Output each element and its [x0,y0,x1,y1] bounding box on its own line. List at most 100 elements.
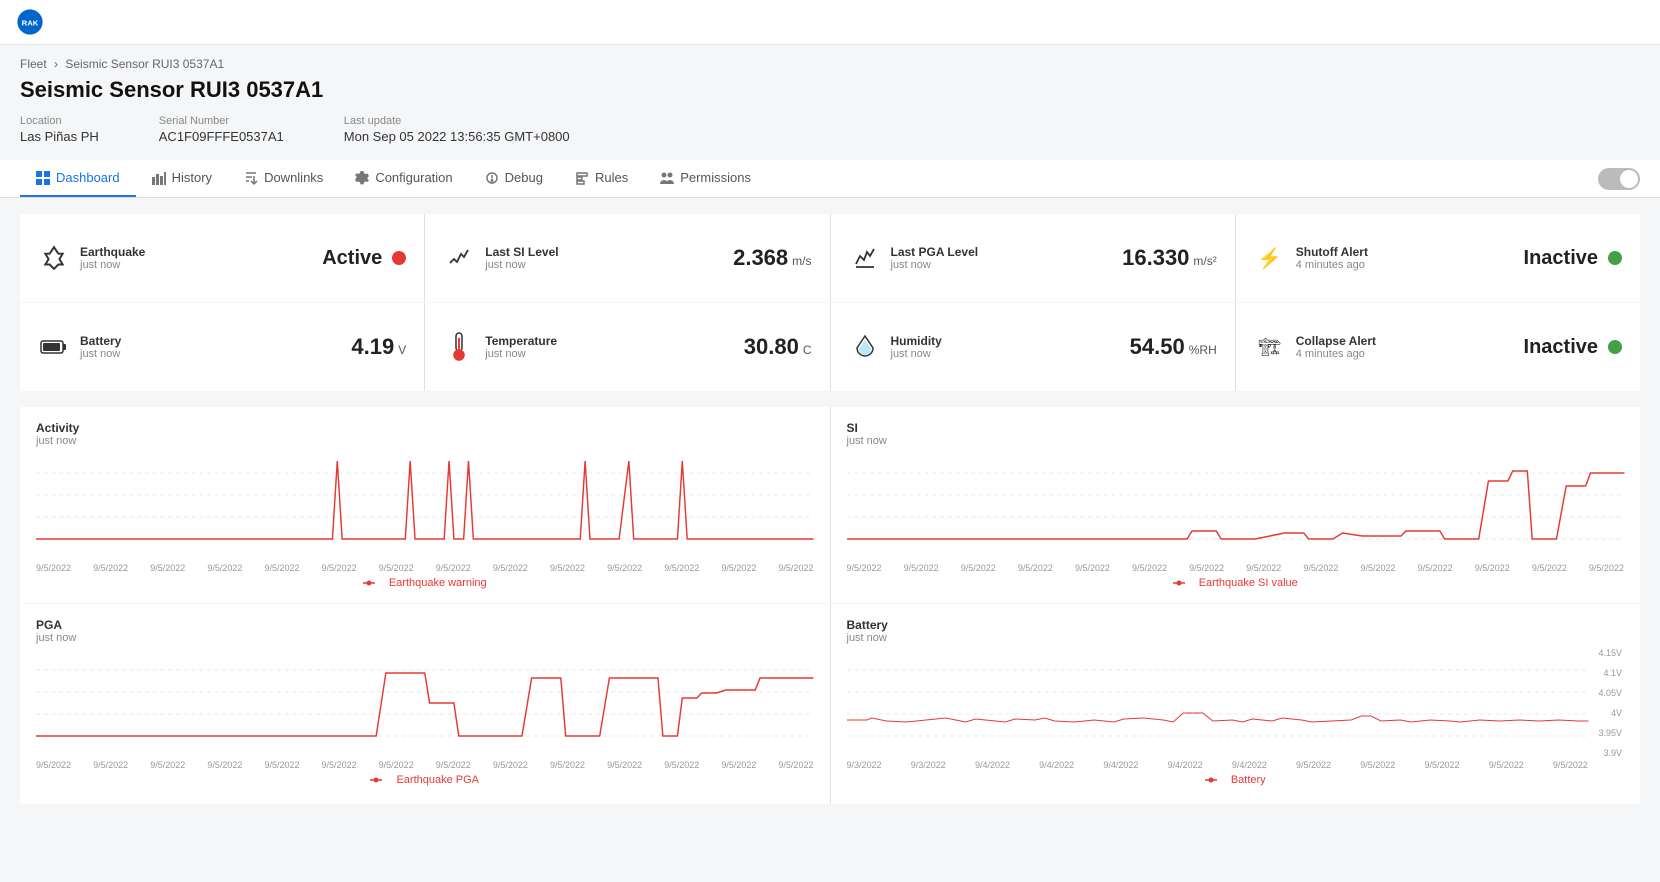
tab-debug-label: Debug [505,170,543,185]
battery-value: 4.19 [351,334,394,360]
breadcrumb: Fleet › Seismic Sensor RUI3 0537A1 [20,57,1640,71]
humidity-card: Humidity just now 54.50 %RH [831,303,1235,391]
pga-value: 16.330 [1122,245,1189,271]
rak-logo-icon: RAK [16,8,44,36]
earthquake-status-dot [392,251,406,265]
si-unit: m/s [792,254,811,268]
humidity-value: 54.50 [1130,334,1185,360]
meta-last-update: Last update Mon Sep 05 2022 13:56:35 GMT… [344,115,570,144]
serial-value: AC1F09FFFE0537A1 [159,129,284,144]
earthquake-status-text: Active [322,247,382,270]
si-legend: Earthquake SI value [847,577,1625,589]
si-chart-title: SI [847,421,1625,435]
si-x-labels: 9/5/20229/5/20229/5/20229/5/20229/5/2022… [847,563,1625,573]
activity-x-labels: 9/5/20229/5/20229/5/20229/5/20229/5/2022… [36,563,814,573]
activity-legend: Earthquake warning [36,577,814,589]
battery-chart-card: Battery just now 4.15V 4.1V 4.05V 4V 3.9… [831,604,1641,804]
meta-row: Location Las Piñas PH Serial Number AC1F… [20,115,1640,144]
pga-subtitle: just now [891,259,979,271]
pga-chart-title: PGA [36,618,814,632]
tab-dashboard-label: Dashboard [56,170,120,185]
tab-dashboard[interactable]: Dashboard [20,160,136,197]
battery-x-labels: 9/3/20229/3/20229/4/20229/4/20229/4/2022… [847,760,1589,770]
location-value: Las Piñas PH [20,129,99,144]
pga-chart-area [36,648,814,758]
humidity-subtitle: just now [891,348,942,360]
shutoff-alert-card: ⚡ Shutoff Alert 4 minutes ago Inactive [1236,214,1640,302]
temperature-icon [443,331,475,363]
last-update-value: Mon Sep 05 2022 13:56:35 GMT+0800 [344,129,570,144]
tab-history-label: History [172,170,212,185]
si-chart-area [847,451,1625,561]
humidity-icon [849,331,881,363]
collapse-status-text: Inactive [1524,336,1598,359]
meta-location: Location Las Piñas PH [20,115,99,144]
downlinks-icon [244,171,258,185]
pga-title: Last PGA Level [891,245,979,259]
shutoff-status-dot [1608,251,1622,265]
pga-legend-label: Earthquake PGA [396,774,479,786]
pga-x-labels: 9/5/20229/5/20229/5/20229/5/20229/5/2022… [36,760,814,770]
earthquake-card: Earthquake just now Active [20,214,424,302]
shutoff-title: Shutoff Alert [1296,245,1368,259]
shutoff-status-text: Inactive [1524,247,1598,270]
battery-legend-label: Battery [1231,774,1266,786]
collapse-icon: 🏗 [1254,331,1286,363]
serial-label: Serial Number [159,115,284,127]
battery-chart-area: 4.15V 4.1V 4.05V 4V 3.95V 3.9V [847,648,1625,758]
collapse-status-dot [1608,340,1622,354]
tabs-bar: Dashboard History Downlinks Configuratio… [0,160,1660,198]
temperature-card: Temperature just now 30.80 C [425,303,829,391]
si-chart-card: SI just now 9/5/20229/5/20229/5/20229/5/… [831,407,1641,603]
collapse-subtitle: 4 minutes ago [1296,348,1376,360]
charts-row-1: Activity just now 9/5/20229/5/20229/5/20… [20,407,1640,603]
battery-legend: Battery [847,774,1625,786]
tab-configuration-label: Configuration [375,170,452,185]
metrics-row-2: Battery just now 4.19 V [20,303,1640,391]
last-si-level-card: Last SI Level just now 2.368 m/s [425,214,829,302]
si-legend-label: Earthquake SI value [1199,577,1298,589]
tab-rules[interactable]: Rules [559,160,644,197]
tab-history[interactable]: History [136,160,228,197]
rules-icon [575,171,589,185]
battery-chart-subtitle: just now [847,632,1625,644]
temperature-title: Temperature [485,334,557,348]
main-content: Fleet › Seismic Sensor RUI3 0537A1 Seism… [0,45,1660,882]
activity-legend-label: Earthquake warning [389,577,487,589]
tab-permissions[interactable]: Permissions [644,160,767,197]
pga-icon [849,242,881,274]
pga-legend: Earthquake PGA [36,774,814,786]
top-bar: RAK [0,0,1660,45]
shutoff-subtitle: 4 minutes ago [1296,259,1368,271]
breadcrumb-parent[interactable]: Fleet [20,57,47,71]
bar-chart-icon [152,171,166,185]
tab-configuration[interactable]: Configuration [339,160,468,197]
grid-icon [36,171,50,185]
page-title: Seismic Sensor RUI3 0537A1 [20,77,1640,103]
tab-permissions-label: Permissions [680,170,751,185]
battery-card: Battery just now 4.19 V [20,303,424,391]
collapse-title: Collapse Alert [1296,334,1376,348]
device-toggle[interactable] [1598,168,1640,190]
logo: RAK [16,8,44,36]
tab-downlinks[interactable]: Downlinks [228,160,339,197]
permissions-icon [660,171,674,185]
humidity-unit: %RH [1189,343,1217,357]
last-pga-level-card: Last PGA Level just now 16.330 m/s² [831,214,1235,302]
pga-unit: m/s² [1193,254,1216,268]
si-icon [443,242,475,274]
activity-chart-title: Activity [36,421,814,435]
last-update-label: Last update [344,115,570,127]
breadcrumb-current: Seismic Sensor RUI3 0537A1 [65,57,224,71]
meta-serial: Serial Number AC1F09FFFE0537A1 [159,115,284,144]
battery-unit: V [398,343,406,357]
si-chart-subtitle: just now [847,435,1625,447]
pga-chart-subtitle: just now [36,632,814,644]
si-value: 2.368 [733,245,788,271]
svg-text:RAK: RAK [22,19,39,28]
earthquake-title: Earthquake [80,245,145,259]
gear-icon [355,171,369,185]
battery-icon [38,331,70,363]
tab-debug[interactable]: Debug [469,160,559,197]
temperature-value: 30.80 [744,334,799,360]
